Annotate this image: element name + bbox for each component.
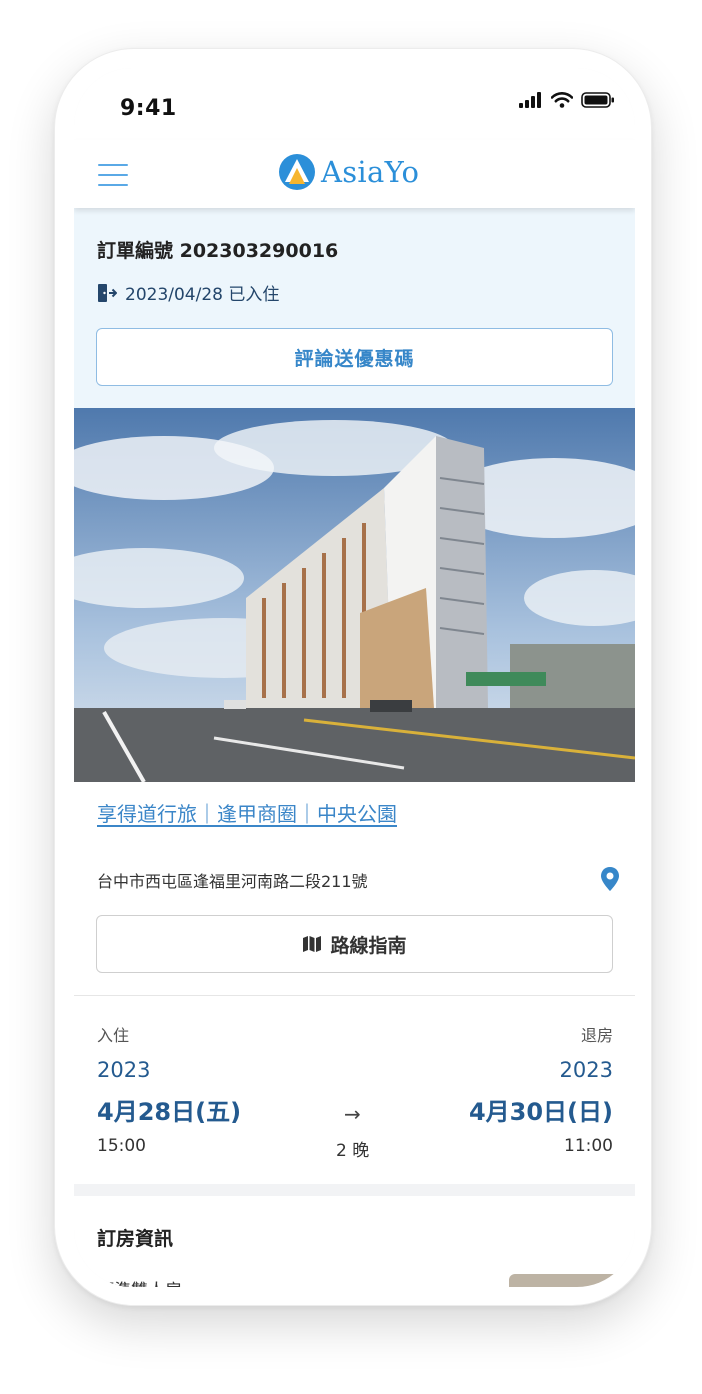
checkout-year: 2023 bbox=[559, 1058, 613, 1082]
booking-info-title: 訂房資訊 bbox=[97, 1228, 174, 1250]
map-icon bbox=[303, 936, 322, 952]
location-pin-icon[interactable] bbox=[599, 866, 621, 892]
route-guide-button[interactable]: 路線指南 bbox=[96, 915, 613, 973]
checkin-door-icon bbox=[98, 283, 117, 302]
route-guide-label: 路線指南 bbox=[330, 934, 407, 957]
system-icons bbox=[519, 92, 615, 108]
signal-icon bbox=[519, 92, 541, 108]
checkin-status: 2023/04/28 已入住 bbox=[97, 280, 279, 305]
stay-dates: 入住 退房 2023 2023 4月28日(五) → 4月30日(日) 15:0… bbox=[74, 996, 635, 1184]
battery-icon bbox=[581, 92, 614, 108]
app-screen: 9:41 AsiaYo 訂單編號 202303290016 2023/04/28… bbox=[74, 68, 635, 1287]
wifi-icon bbox=[551, 92, 573, 108]
order-summary: 訂單編號 202303290016 2023/04/28 已入住 評論送優惠碼 bbox=[74, 208, 635, 408]
checkin-status-text: 2023/04/28 已入住 bbox=[125, 285, 280, 305]
hotel-address: 台中市西屯區逢福里河南路二段211號 bbox=[97, 872, 368, 891]
hotel-photo[interactable] bbox=[74, 408, 635, 782]
checkin-year: 2023 bbox=[97, 1058, 151, 1082]
review-coupon-button[interactable]: 評論送優惠碼 bbox=[96, 328, 613, 386]
logo-text: AsiaYo bbox=[321, 155, 420, 189]
logo[interactable]: AsiaYo bbox=[279, 154, 419, 190]
checkin-time: 15:00 bbox=[97, 1136, 146, 1156]
menu-icon[interactable] bbox=[98, 164, 128, 186]
status-time: 9:41 bbox=[120, 96, 177, 121]
order-number: 訂單編號 202303290016 bbox=[97, 240, 339, 262]
status-bar: 9:41 bbox=[74, 68, 635, 140]
room-name: 標準雙人房 bbox=[97, 1276, 182, 1287]
checkin-date: 4月28日(五) bbox=[97, 1098, 242, 1126]
checkin-label: 入住 bbox=[97, 1026, 130, 1045]
booking-info: 訂房資訊 標準雙人房 bbox=[74, 1196, 635, 1287]
date-arrow: → bbox=[344, 1102, 361, 1126]
checkout-time: 11:00 bbox=[564, 1136, 613, 1156]
hotel-name-link[interactable]: 享得道行旅｜逢甲商圈｜中央公園 bbox=[97, 798, 397, 827]
checkout-date: 4月30日(日) bbox=[468, 1098, 613, 1126]
checkout-label: 退房 bbox=[580, 1026, 613, 1045]
hotel-info: 享得道行旅｜逢甲商圈｜中央公園 台中市西屯區逢福里河南路二段211號 路線指南 bbox=[74, 782, 635, 996]
room-thumbnail[interactable] bbox=[509, 1274, 635, 1287]
logo-icon bbox=[279, 154, 315, 190]
nights-count: 2 晚 bbox=[336, 1141, 370, 1161]
app-header: AsiaYo bbox=[74, 140, 635, 208]
